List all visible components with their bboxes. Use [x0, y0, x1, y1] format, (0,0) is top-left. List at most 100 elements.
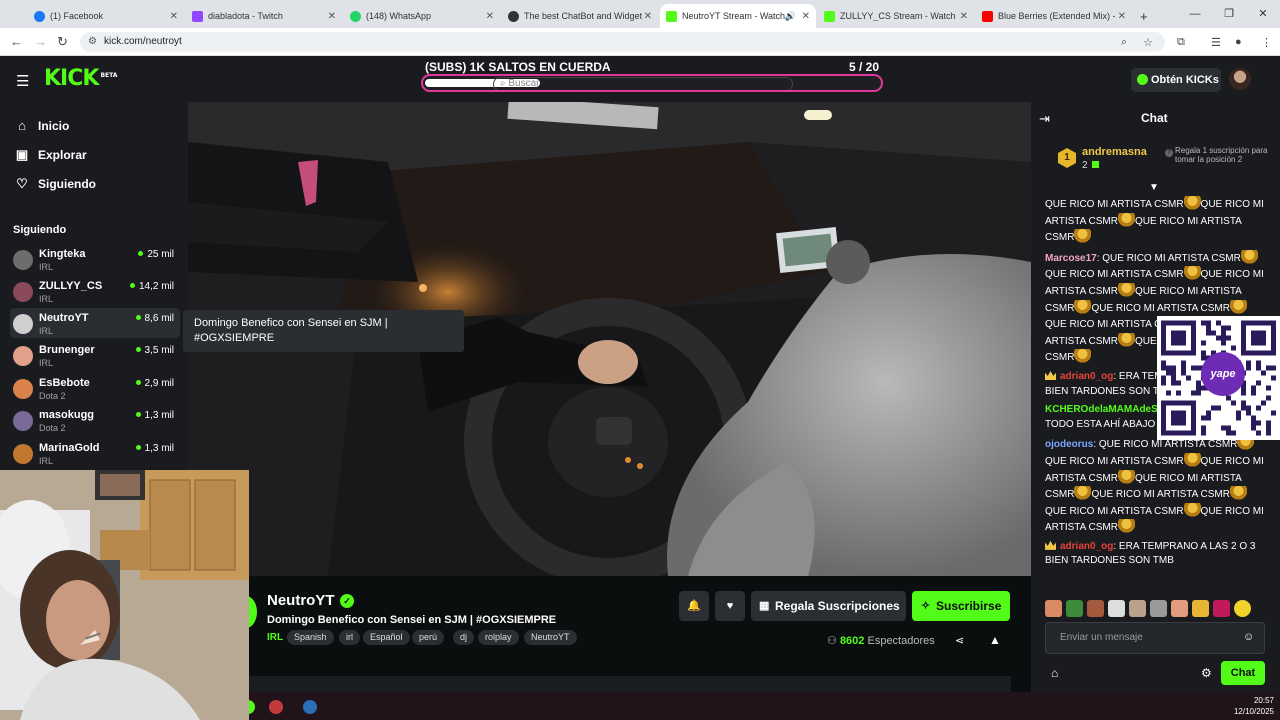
- tab-facebook[interactable]: (1) Facebook ✕: [28, 4, 184, 28]
- gift-icon: ▦: [759, 600, 770, 612]
- qr-module: [1251, 415, 1256, 421]
- emote-item[interactable]: [1108, 600, 1125, 617]
- sidebar-channel-masokugg[interactable]: masokugg Dota 2 1,3 mil: [10, 405, 180, 435]
- stream-tag[interactable]: NeutroYT: [524, 630, 577, 645]
- emote-item[interactable]: [1192, 600, 1209, 617]
- qr-module: [1231, 430, 1236, 436]
- qr-module: [1261, 370, 1266, 376]
- close-icon[interactable]: ✕: [1118, 11, 1126, 22]
- menu-dots-icon[interactable]: ⋮: [1261, 36, 1272, 49]
- channel-name: MarinaGold: [39, 442, 100, 454]
- close-icon[interactable]: ✕: [802, 11, 810, 22]
- obs-taskbar-icon[interactable]: [269, 700, 283, 714]
- media-icon[interactable]: ☰: [1211, 36, 1221, 49]
- qr-module: [1271, 365, 1276, 371]
- emote-item[interactable]: [1087, 600, 1104, 617]
- browser-tab-bar: (1) Facebook ✕ diabladota - Twitch ✕ (14…: [0, 0, 1280, 28]
- emote-item[interactable]: [1213, 600, 1230, 617]
- emote-item[interactable]: [1171, 600, 1188, 617]
- stream-tag[interactable]: Spanish: [287, 630, 334, 645]
- emote-bar: [1045, 600, 1267, 618]
- emote-item[interactable]: [1234, 600, 1251, 617]
- restore-icon[interactable]: ❐: [1212, 0, 1246, 28]
- url-field[interactable]: ⚙ kick.com/neutroyt: [80, 32, 1165, 52]
- qr-module: [1176, 380, 1181, 386]
- reload-icon[interactable]: ↻: [57, 34, 68, 50]
- chat-username[interactable]: adrian0_og: [1060, 371, 1113, 382]
- tab-twitch[interactable]: diabladota - Twitch ✕: [186, 4, 342, 28]
- chat-username[interactable]: adrian0_og: [1060, 541, 1113, 552]
- close-icon[interactable]: ✕: [486, 11, 494, 22]
- close-icon[interactable]: ✕: [644, 11, 652, 22]
- sidebar-channel-zullyy-cs[interactable]: ZULLYY_CS IRL 14,2 mil: [10, 276, 180, 306]
- qr-module: [1251, 390, 1256, 396]
- top-gifter-name[interactable]: andremasna: [1082, 146, 1147, 158]
- sidebar-channel-marinagold[interactable]: MarinaGold IRL 1,3 mil: [10, 438, 180, 468]
- nav-siguiendo[interactable]: ♡ Siguiendo: [14, 176, 96, 192]
- sidebar-channel-neutroyt[interactable]: NeutroYT IRL 8,6 mil: [10, 308, 180, 338]
- nav-explorar[interactable]: ▣ Explorar: [14, 147, 87, 163]
- emote-item[interactable]: [1129, 600, 1146, 617]
- close-icon[interactable]: ✕: [328, 11, 336, 22]
- emote-item[interactable]: [1150, 600, 1167, 617]
- emote-item[interactable]: [1066, 600, 1083, 617]
- store-icon[interactable]: ⌂: [1051, 666, 1058, 680]
- site-info-icon[interactable]: ⚙: [88, 32, 97, 52]
- system-clock[interactable]: 20:57 12/10/2025: [1234, 695, 1274, 717]
- chevron-down-icon[interactable]: ▼: [1149, 182, 1159, 193]
- qr-module: [1271, 375, 1276, 381]
- extensions-icon[interactable]: ⧉: [1177, 36, 1185, 49]
- emote-item[interactable]: [1045, 600, 1062, 617]
- tab-youtube[interactable]: Blue Berries (Extended Mix) - Y ✕: [976, 4, 1132, 28]
- emoji-icon[interactable]: ☺: [1243, 631, 1254, 643]
- stream-tag[interactable]: irl: [339, 630, 360, 645]
- profile-icon[interactable]: ●: [1235, 36, 1242, 48]
- goal-title: (SUBS) 1K SALTOS EN CUERDA: [425, 60, 611, 74]
- get-kicks-button[interactable]: Obtén KICKs: [1131, 68, 1221, 92]
- search-input[interactable]: ⌕ Buscar: [493, 77, 793, 90]
- gear-icon[interactable]: ⚙: [1201, 666, 1212, 680]
- following-heading: Siguiendo: [13, 224, 67, 236]
- gift-subs-button[interactable]: ▦ Regala Suscripciones: [751, 591, 906, 621]
- new-tab-button[interactable]: +: [1134, 4, 1154, 28]
- speaker-icon[interactable]: 🔊: [785, 11, 796, 22]
- steam-taskbar-icon[interactable]: [303, 700, 317, 714]
- kick-logo[interactable]: KICK BETA: [44, 66, 117, 91]
- sidebar-channel-brunenger[interactable]: Brunenger IRL 3,5 mil: [10, 340, 180, 370]
- stream-tag[interactable]: dj: [453, 630, 475, 645]
- tab-chatbot[interactable]: The best ChatBot and Widgets ✕: [502, 4, 658, 28]
- chat-username[interactable]: ojodeorus: [1045, 439, 1093, 450]
- subscribe-button[interactable]: ✧ Suscribirse: [912, 591, 1010, 621]
- stream-tag[interactable]: rolplay: [478, 630, 519, 645]
- chat-message-input[interactable]: Enviar un mensaje: [1045, 622, 1265, 654]
- chat-username[interactable]: KCHEROdelaMAMAdeS: [1045, 404, 1158, 415]
- sidebar-channel-esbebote[interactable]: EsBebote Dota 2 2,9 mil: [10, 373, 180, 403]
- share-icon[interactable]: ⋖: [955, 634, 964, 647]
- follow-heart-icon[interactable]: ♥: [715, 591, 745, 621]
- stream-category[interactable]: IRL: [267, 632, 283, 643]
- stream-tag[interactable]: perú: [412, 630, 445, 645]
- minimize-icon[interactable]: —: [1178, 0, 1212, 28]
- sidebar-channel-kingteka[interactable]: Kingteka IRL 25 mil: [10, 244, 180, 274]
- channel-name: NeutroYT: [39, 312, 89, 324]
- tab-zullyy[interactable]: ZULLYY_CS Stream - Watch Liv ✕: [818, 4, 974, 28]
- collapse-chat-icon[interactable]: ⇥: [1039, 111, 1050, 127]
- tab-whatsapp[interactable]: (148) WhatsApp ✕: [344, 4, 500, 28]
- chat-send-button[interactable]: Chat: [1221, 661, 1265, 685]
- user-avatar[interactable]: [1229, 68, 1251, 90]
- window-close-icon[interactable]: ✕: [1246, 0, 1280, 28]
- close-icon[interactable]: ✕: [960, 11, 968, 22]
- bookmark-star-icon[interactable]: ☆: [1143, 36, 1153, 49]
- notifications-bell-icon[interactable]: 🔔: [679, 591, 709, 621]
- streamer-name[interactable]: NeutroYT: [267, 592, 335, 609]
- back-icon[interactable]: ←: [10, 34, 23, 49]
- forward-icon[interactable]: →: [34, 34, 47, 49]
- hamburger-menu-icon[interactable]: ☰: [16, 72, 29, 90]
- tab-neutroyt[interactable]: NeutroYT Stream - Watch l 🔊 ✕: [660, 4, 816, 28]
- nav-inicio[interactable]: ⌂ Inicio: [14, 118, 69, 133]
- close-icon[interactable]: ✕: [170, 11, 178, 22]
- report-icon[interactable]: ▲: [989, 633, 1001, 647]
- zoom-icon[interactable]: ⌕: [1121, 36, 1127, 49]
- chat-username[interactable]: Marcose17: [1045, 253, 1097, 264]
- stream-tag[interactable]: Español: [363, 630, 410, 645]
